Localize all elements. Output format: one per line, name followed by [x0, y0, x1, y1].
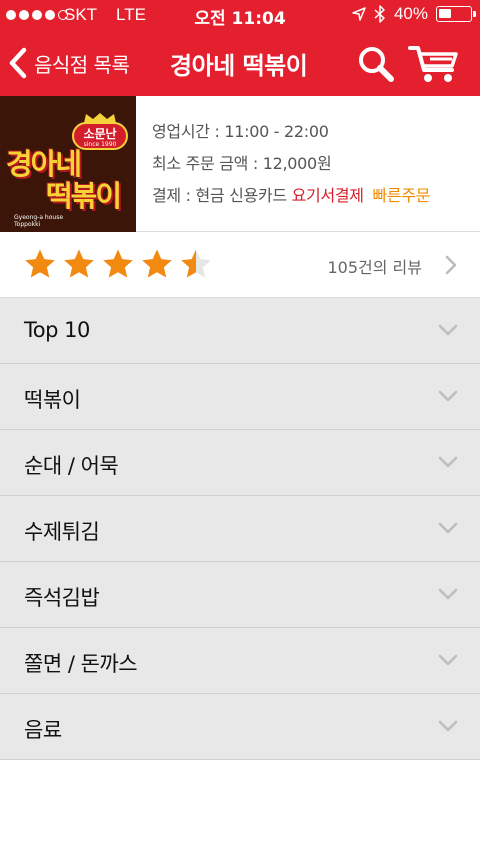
- menu-category-row[interactable]: 순대 / 어묵: [0, 430, 480, 496]
- battery-percent: 40%: [393, 4, 428, 23]
- payment-label: 결제 : 현금 신용카드: [152, 186, 287, 205]
- search-icon: [359, 47, 394, 82]
- logo-sub-line2: Toppokki: [14, 221, 41, 228]
- menu-category-row[interactable]: 쫄면 / 돈까스: [0, 628, 480, 694]
- star-icon: [64, 249, 94, 278]
- chevron-down-icon: [438, 522, 458, 534]
- menu-category-list: Top 10 떡볶이순대 / 어묵수제튀김즉석김밥쫄면 / 돈까스음료: [0, 298, 480, 760]
- restaurant-details: 영업시간 : 11:00 - 22:00 최소 주문 금액 : 12,000원 …: [152, 116, 431, 212]
- logo-badge: 소문난 since 1990: [72, 122, 128, 150]
- logo-wordmark: 경아네 떡볶이: [6, 148, 134, 212]
- menu-category-label: 쫄면 / 돈까스: [24, 652, 138, 676]
- menu-category-row[interactable]: 수제튀김: [0, 496, 480, 562]
- minimum-order: 최소 주문 금액 : 12,000원: [152, 154, 332, 173]
- search-button[interactable]: [356, 44, 396, 84]
- location-arrow-icon: [352, 7, 366, 21]
- back-button[interactable]: 음식점 목록: [8, 46, 130, 80]
- menu-category-label: 떡볶이: [24, 388, 81, 412]
- menu-category-row[interactable]: 음료: [0, 694, 480, 760]
- status-right-group: 40%: [352, 4, 476, 24]
- back-chevron-icon: [9, 47, 27, 79]
- star-icon: [103, 249, 133, 278]
- chevron-down-icon: [438, 456, 458, 468]
- cart-icon: [408, 46, 458, 82]
- menu-category-row[interactable]: Top 10: [0, 298, 480, 364]
- menu-category-label: 순대 / 어묵: [24, 454, 119, 478]
- navigation-bar: 음식점 목록 경아네 떡볶이: [0, 32, 480, 96]
- menu-category-label: 즉석김밥: [24, 586, 100, 610]
- menu-category-label: 수제튀김: [24, 520, 100, 544]
- chevron-down-icon: [438, 588, 458, 600]
- restaurant-info: 소문난 since 1990 경아네 떡볶이 Gyeong-a house To…: [0, 96, 480, 232]
- payment-yogiyo-badge: 요기서결제: [291, 186, 364, 205]
- bluetooth-icon: [374, 5, 385, 23]
- business-hours: 영업시간 : 11:00 - 22:00: [152, 122, 329, 141]
- payment-methods: 결제 : 현금 신용카드 요기서결제 빠른주문: [152, 180, 431, 212]
- restaurant-logo: 소문난 since 1990 경아네 떡볶이 Gyeong-a house To…: [0, 96, 136, 232]
- logo-badge-text: 소문난: [83, 127, 117, 141]
- chevron-down-icon: [438, 720, 458, 732]
- logo-subtitle: Gyeong-a house Toppokki: [14, 214, 63, 228]
- menu-category-row[interactable]: 즉석김밥: [0, 562, 480, 628]
- star-icon: [181, 249, 211, 278]
- back-label: 음식점 목록: [34, 52, 130, 77]
- logo-sub-line1: Gyeong-a house: [14, 214, 64, 221]
- battery-icon: [436, 6, 476, 22]
- star-icon: [25, 249, 55, 278]
- payment-quick-order-badge: 빠른주문: [372, 186, 431, 205]
- menu-category-label: 음료: [24, 718, 62, 742]
- chevron-down-icon: [438, 390, 458, 402]
- chevron-down-icon: [438, 324, 458, 336]
- menu-category-row[interactable]: 떡볶이: [0, 364, 480, 430]
- star-rating: [24, 248, 212, 280]
- cart-button[interactable]: [408, 44, 460, 84]
- review-count: 105건의 리뷰: [327, 258, 422, 277]
- page-title: 경아네 떡볶이: [170, 52, 308, 80]
- app-header: SKT LTE 오전 11:04 40% 음식점 목록 경아네 떡볶이: [0, 0, 480, 96]
- logo-name-line1: 경아네: [6, 147, 82, 181]
- rating-row[interactable]: 105건의 리뷰: [0, 232, 480, 298]
- star-icon: [142, 249, 172, 278]
- logo-since: since 1990: [83, 141, 117, 148]
- menu-category-label: Top 10: [24, 318, 90, 342]
- status-bar: SKT LTE 오전 11:04 40%: [0, 0, 480, 32]
- chevron-down-icon: [438, 654, 458, 666]
- logo-name-line2: 떡볶이: [46, 179, 122, 213]
- chevron-right-icon: [445, 255, 457, 275]
